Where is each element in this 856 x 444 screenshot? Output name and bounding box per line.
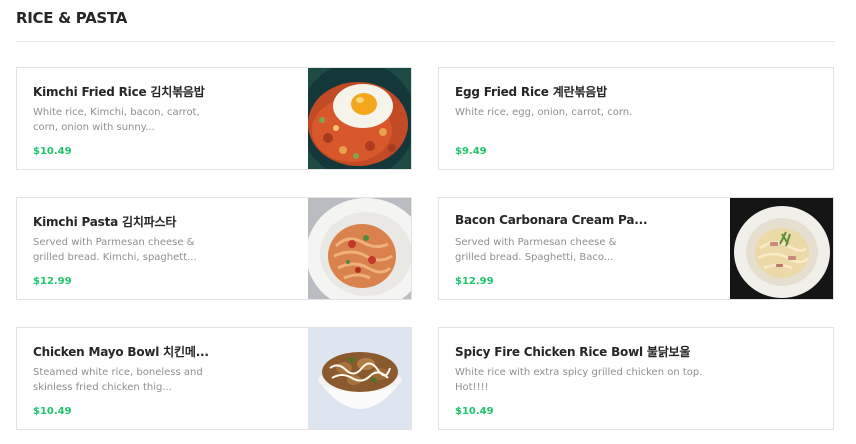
menu-item-card[interactable]: Chicken Mayo Bowl 치킨메... Steamed white r… — [16, 327, 412, 430]
menu-item-price: $10.49 — [455, 406, 494, 417]
menu-item-name: Chicken Mayo Bowl 치킨메... — [33, 345, 209, 359]
menu-item-info: Bacon Carbonara Cream Pa... Served with … — [455, 198, 721, 299]
menu-item-info: Kimchi Fried Rice 김치볶음밥 White rice, Kimc… — [33, 68, 299, 169]
menu-item-price: $10.49 — [33, 146, 72, 157]
menu-item-description: Served with Parmesan cheese & grilled br… — [455, 237, 617, 263]
menu-item-info: Egg Fried Rice 계란볶음밥 White rice, egg, on… — [455, 68, 819, 169]
menu-item-description: Served with Parmesan cheese & grilled br… — [33, 237, 197, 263]
menu-item-card[interactable]: Bacon Carbonara Cream Pa... Served with … — [438, 197, 834, 300]
menu-item-price: $12.99 — [33, 276, 72, 287]
menu-item-price: $9.49 — [455, 146, 487, 157]
section-title: RICE & PASTA — [16, 9, 128, 27]
menu-item-name: Bacon Carbonara Cream Pa... — [455, 213, 648, 227]
menu-item-name: Kimchi Pasta 김치파스타 — [33, 215, 177, 229]
chicken-mayo-bowl-photo[interactable] — [308, 328, 411, 429]
menu-item-name: Kimchi Fried Rice 김치볶음밥 — [33, 85, 205, 99]
menu-item-price: $12.99 — [455, 276, 494, 287]
kimchi-fried-rice-photo[interactable] — [308, 68, 411, 169]
carbonara-photo[interactable] — [730, 198, 833, 299]
section-divider — [16, 41, 835, 42]
menu-item-description: White rice, egg, onion, carrot, corn. — [455, 107, 633, 118]
kimchi-pasta-photo[interactable] — [308, 198, 411, 299]
menu-item-info: Chicken Mayo Bowl 치킨메... Steamed white r… — [33, 328, 299, 429]
menu-item-price: $10.49 — [33, 406, 72, 417]
menu-item-card[interactable]: Spicy Fire Chicken Rice Bowl 불닭보울 White … — [438, 327, 834, 430]
menu-item-card[interactable]: Kimchi Fried Rice 김치볶음밥 White rice, Kimc… — [16, 67, 412, 170]
menu-item-name: Spicy Fire Chicken Rice Bowl 불닭보울 — [455, 345, 691, 359]
menu-item-description: White rice, Kimchi, bacon, carrot, corn,… — [33, 107, 200, 133]
menu-item-name: Egg Fried Rice 계란볶음밥 — [455, 85, 607, 99]
menu-item-description: White rice with extra spicy grilled chic… — [455, 367, 703, 393]
menu-item-info: Spicy Fire Chicken Rice Bowl 불닭보울 White … — [455, 328, 819, 429]
menu-item-description: Steamed white rice, boneless and skinles… — [33, 367, 203, 393]
menu-item-card[interactable]: Kimchi Pasta 김치파스타 Served with Parmesan … — [16, 197, 412, 300]
menu-item-info: Kimchi Pasta 김치파스타 Served with Parmesan … — [33, 198, 299, 299]
menu-item-card[interactable]: Egg Fried Rice 계란볶음밥 White rice, egg, on… — [438, 67, 834, 170]
